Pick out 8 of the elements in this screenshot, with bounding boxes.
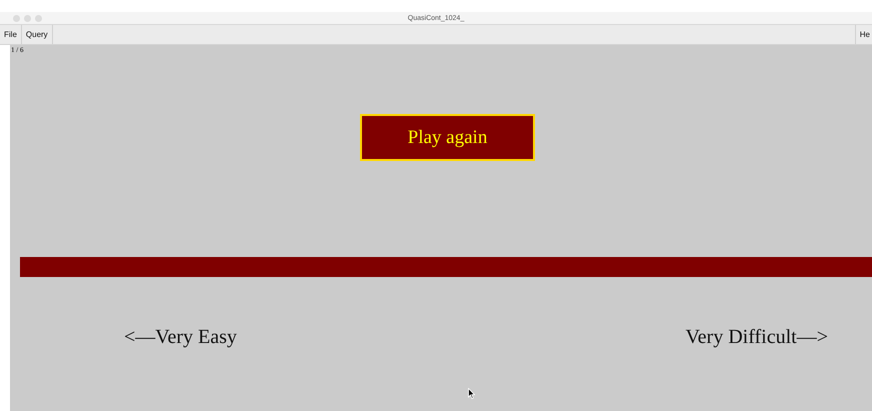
scale-label: <—Very Easy [124, 326, 237, 349]
mouse-cursor-icon [468, 388, 475, 399]
window-close-button[interactable] [13, 14, 20, 22]
play-again-button[interactable]: Play again [360, 114, 535, 161]
window-zoom-button[interactable] [35, 14, 42, 22]
scale-label: Very Difficult—> [685, 326, 828, 349]
menu-item[interactable]: He [854, 25, 872, 44]
window-minimize-button[interactable] [24, 14, 31, 22]
